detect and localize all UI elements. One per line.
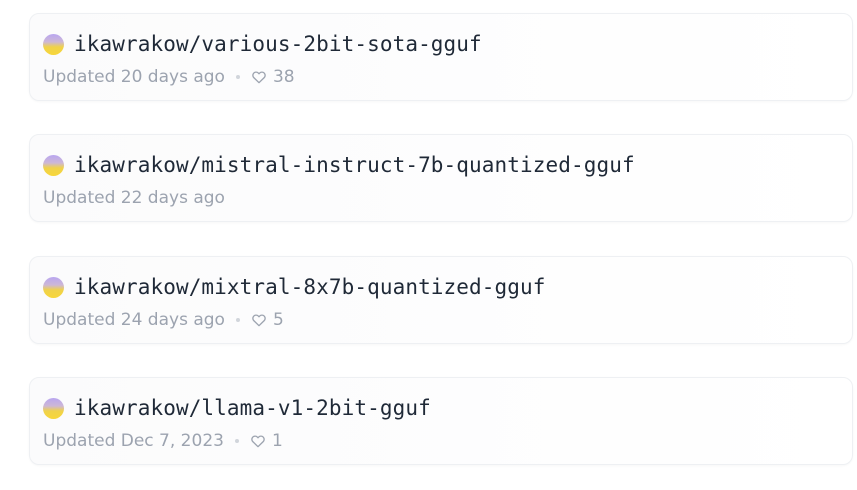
separator-dot [235, 75, 240, 79]
user-avatar [43, 154, 64, 176]
model-card[interactable]: ikawrakow/llama-v1-2bit-gguf Updated Dec… [29, 377, 853, 465]
model-meta: Updated 24 days ago 5 [43, 309, 284, 331]
heart-icon [250, 433, 266, 449]
like-count: 38 [272, 67, 295, 87]
heart-icon [251, 69, 267, 85]
model-title-row: ikawrakow/mixtral-8x7b-quantized-gguf [43, 273, 546, 301]
separator-dot [235, 318, 240, 322]
model-name-link[interactable]: ikawrakow/llama-v1-2bit-gguf [74, 396, 431, 420]
model-name-link[interactable]: ikawrakow/various-2bit-sota-gguf [74, 32, 482, 56]
model-title-row: ikawrakow/various-2bit-sota-gguf [43, 30, 482, 58]
user-avatar [43, 397, 64, 419]
model-name-link[interactable]: ikawrakow/mixtral-8x7b-quantized-gguf [74, 275, 546, 299]
model-title-row: ikawrakow/mistral-instruct-7b-quantized-… [43, 151, 635, 179]
separator-dot [234, 439, 239, 443]
updated-text: Updated 22 days ago [43, 188, 225, 208]
model-meta: Updated Dec 7, 2023 1 [43, 430, 283, 452]
model-list: ikawrakow/various-2bit-sota-gguf Updated… [0, 0, 857, 490]
user-avatar [43, 276, 64, 298]
model-name-link[interactable]: ikawrakow/mistral-instruct-7b-quantized-… [74, 153, 635, 177]
model-card[interactable]: ikawrakow/various-2bit-sota-gguf Updated… [29, 13, 853, 101]
model-title-row: ikawrakow/llama-v1-2bit-gguf [43, 394, 431, 422]
like-count: 5 [272, 310, 284, 330]
model-card[interactable]: ikawrakow/mistral-instruct-7b-quantized-… [29, 134, 853, 222]
updated-text: Updated 20 days ago [43, 67, 225, 87]
like-count: 1 [271, 431, 283, 451]
model-meta: Updated 22 days ago [43, 187, 225, 209]
updated-text: Updated Dec 7, 2023 [43, 431, 224, 451]
model-card[interactable]: ikawrakow/mixtral-8x7b-quantized-gguf Up… [29, 256, 853, 344]
user-avatar [43, 33, 64, 55]
updated-text: Updated 24 days ago [43, 310, 225, 330]
model-meta: Updated 20 days ago 38 [43, 66, 295, 88]
heart-icon [251, 312, 267, 328]
